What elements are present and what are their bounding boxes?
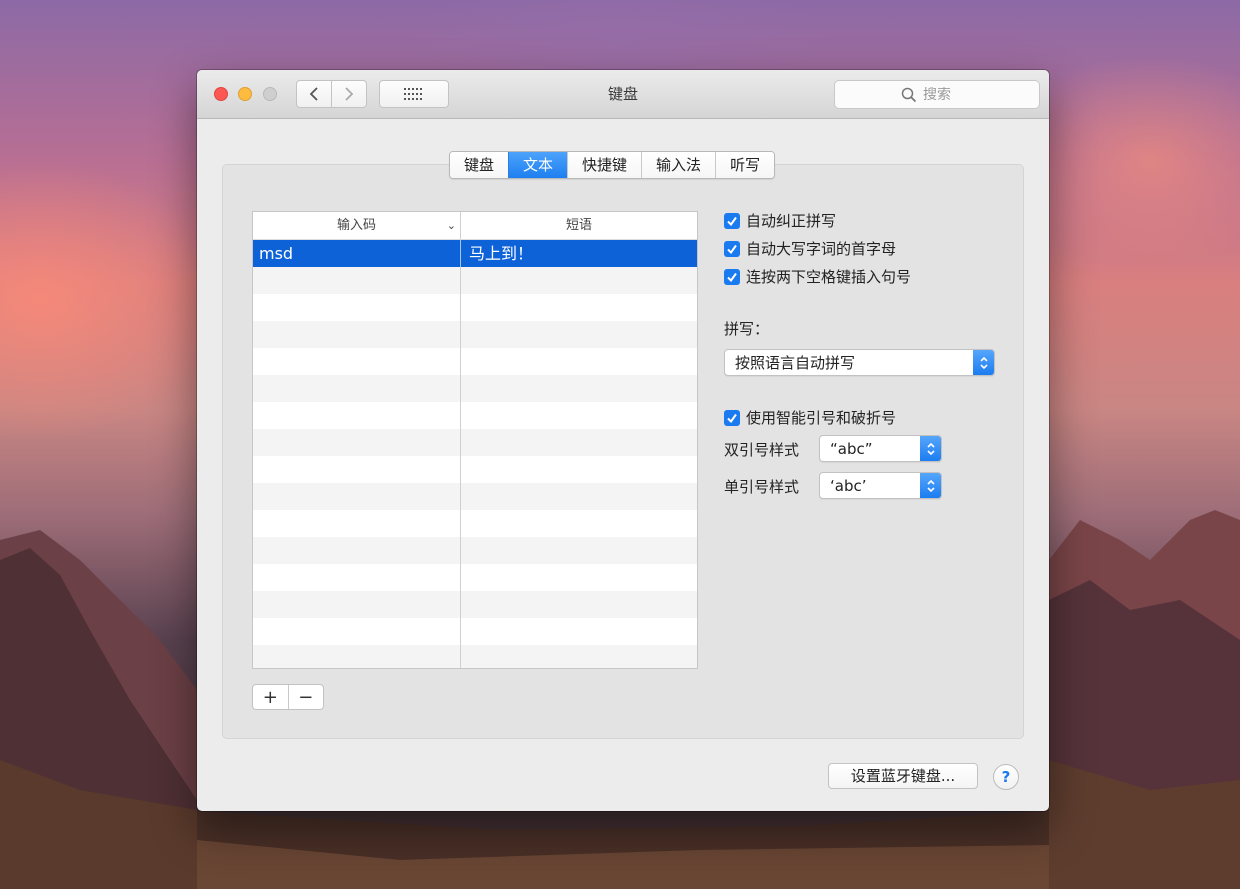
- tab-dictation[interactable]: 听写: [715, 152, 775, 178]
- search-field[interactable]: [834, 80, 1040, 109]
- table-row-empty: [253, 429, 697, 456]
- spelling-popup[interactable]: 按照语言自动拼写: [724, 349, 995, 376]
- checkbox-auto-capitalize[interactable]: [724, 240, 740, 257]
- table-row-empty: [253, 321, 697, 348]
- option-label: 连按两下空格键插入句号: [746, 268, 912, 286]
- spelling-label: 拼写：: [724, 320, 770, 338]
- checkmark-icon: [727, 272, 737, 282]
- titlebar: 键盘: [197, 70, 1049, 119]
- table-row-empty: [253, 645, 697, 668]
- table-row-empty: [253, 510, 697, 537]
- table-row-empty: [253, 618, 697, 645]
- add-button[interactable]: +: [253, 685, 288, 709]
- table-row-empty: [253, 267, 697, 294]
- table-row-empty: [253, 348, 697, 375]
- tab-keyboard[interactable]: 键盘: [450, 152, 509, 178]
- table-row-empty: [253, 564, 697, 591]
- option-smart-quotes[interactable]: 使用智能引号和破折号: [724, 407, 896, 428]
- checkbox-auto-correct[interactable]: [724, 212, 740, 229]
- updown-chevron-icon: [973, 350, 994, 375]
- option-label: 自动纠正拼写: [746, 212, 837, 230]
- table-cell-phrase[interactable]: 马上到！: [461, 240, 697, 267]
- spelling-popup-value: 按照语言自动拼写: [735, 354, 856, 372]
- add-remove-control: + −: [252, 684, 324, 710]
- table-row-empty: [253, 294, 697, 321]
- table-header: 输入码 ⌄ 短语: [253, 212, 697, 240]
- help-button[interactable]: ?: [993, 764, 1019, 790]
- double-quote-style-popup[interactable]: “abc”: [819, 435, 942, 462]
- keyboard-preferences-window: 键盘 键盘 文本 快捷键 输入法 听写 输入码 ⌄ 短语 msd 马上到！: [197, 70, 1049, 811]
- table-row-empty: [253, 483, 697, 510]
- table-cell-code[interactable]: msd: [253, 240, 461, 267]
- option-auto-correct[interactable]: 自动纠正拼写: [724, 210, 836, 231]
- text-replacement-table[interactable]: 输入码 ⌄ 短语 msd 马上到！: [252, 211, 698, 669]
- checkmark-icon: [727, 244, 737, 254]
- tab-input-sources[interactable]: 输入法: [641, 152, 716, 178]
- single-quote-style-label: 单引号样式: [724, 478, 800, 496]
- option-label: 使用智能引号和破折号: [746, 409, 897, 427]
- single-quote-style-popup[interactable]: ‘abc’: [819, 472, 942, 499]
- option-auto-capitalize[interactable]: 自动大写字词的首字母: [724, 238, 896, 259]
- updown-chevron-icon: [920, 436, 941, 461]
- double-quote-style-label: 双引号样式: [724, 441, 800, 459]
- double-quote-style-value: “abc”: [830, 439, 873, 458]
- table-row-empty: [253, 591, 697, 618]
- option-label: 自动大写字词的首字母: [746, 240, 897, 258]
- column-header-code[interactable]: 输入码 ⌄: [253, 212, 461, 239]
- option-double-space-period[interactable]: 连按两下空格键插入句号: [724, 266, 911, 287]
- checkmark-icon: [727, 216, 737, 226]
- tab-text[interactable]: 文本: [508, 152, 568, 178]
- updown-chevron-icon: [920, 473, 941, 498]
- search-icon: [901, 87, 917, 102]
- tab-shortcuts[interactable]: 快捷键: [567, 152, 642, 178]
- remove-button[interactable]: −: [287, 685, 324, 709]
- column-header-code-label: 输入码: [336, 218, 376, 233]
- checkmark-icon: [727, 413, 737, 423]
- table-row-empty: [253, 456, 697, 483]
- table-row-empty: [253, 402, 697, 429]
- checkbox-smart-quotes[interactable]: [724, 409, 740, 426]
- single-quote-style-value: ‘abc’: [830, 476, 867, 495]
- table-row-empty: [253, 537, 697, 564]
- search-input[interactable]: [923, 86, 973, 103]
- checkbox-double-space-period[interactable]: [724, 268, 740, 285]
- tab-bar: 键盘 文本 快捷键 输入法 听写: [449, 151, 776, 179]
- column-header-phrase[interactable]: 短语: [461, 212, 697, 239]
- table-body: msd 马上到！: [253, 240, 697, 668]
- table-row[interactable]: msd 马上到！: [253, 240, 697, 267]
- setup-bluetooth-keyboard-button[interactable]: 设置蓝牙键盘...: [828, 763, 978, 789]
- table-row-empty: [253, 375, 697, 402]
- chevron-down-icon: ⌄: [446, 219, 456, 232]
